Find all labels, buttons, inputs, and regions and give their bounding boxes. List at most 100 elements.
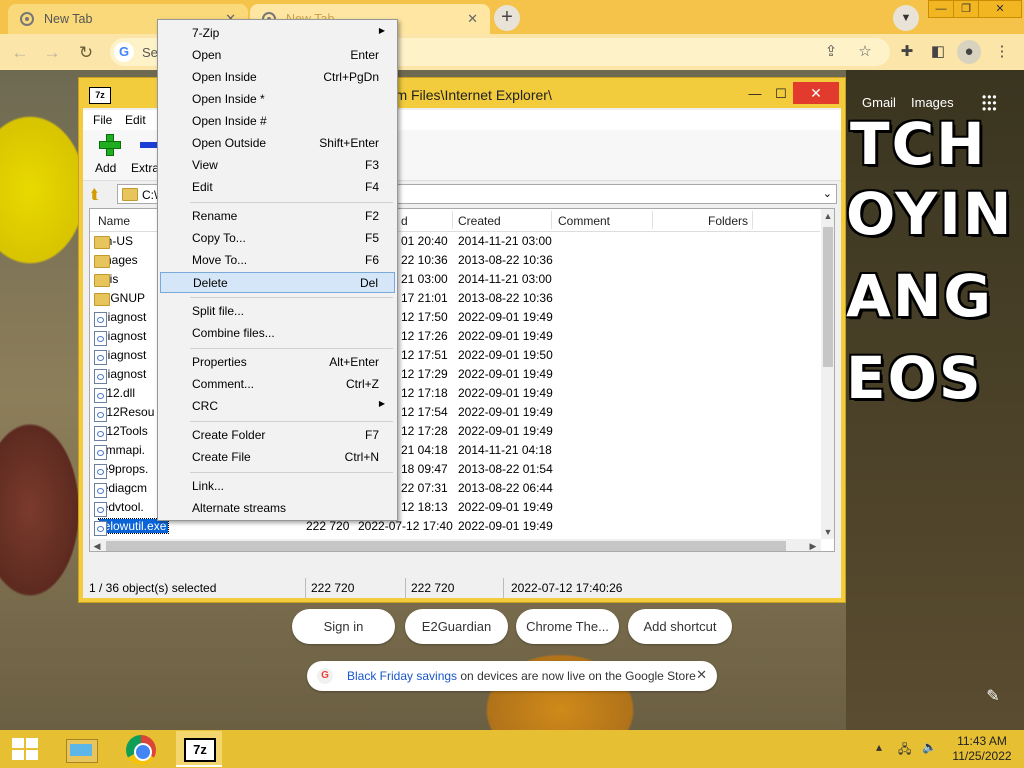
tab-close-icon[interactable]: ✕ (467, 11, 478, 27)
vertical-scrollbar[interactable]: ▲ ▼ (821, 209, 834, 539)
col-name[interactable]: Name (98, 214, 130, 228)
tray-chevron-up-icon[interactable]: ▴ (876, 740, 882, 754)
status-bar: 1 / 36 object(s) selected 222 720 222 72… (83, 578, 841, 598)
menu-item-label: 7-Zip (192, 26, 220, 40)
minimize-button[interactable]: — (928, 0, 954, 18)
promo-link[interactable]: Black Friday savings (347, 669, 457, 683)
scroll-thumb[interactable] (823, 227, 833, 367)
sevenzip-app-icon: 7z (89, 87, 111, 104)
chrome-taskbar-icon[interactable] (118, 731, 164, 767)
bg-text-3: ANG (846, 262, 994, 330)
restore-button[interactable]: ❐ (953, 0, 979, 18)
row-modified: 12 17:54 (401, 405, 448, 419)
network-icon[interactable]: 🖧 (898, 740, 911, 761)
promo-text: on devices are now live on the Google St… (457, 669, 696, 683)
customize-pencil-icon[interactable]: ✎ (982, 686, 1004, 708)
folder-icon (94, 236, 110, 249)
share-icon[interactable]: ⇪ (820, 41, 842, 63)
menu-item-label: Copy To... (192, 231, 246, 245)
apps-grid-icon[interactable]: ••• ••• ••• (982, 91, 998, 115)
menu-item-copy-to[interactable]: Copy To... F5 (160, 228, 395, 249)
row-modified: 22 10:36 (401, 253, 448, 267)
menu-item-label: Delete (193, 276, 228, 290)
menu-item-open[interactable]: Open Enter (160, 45, 395, 66)
row-modified: 12 17:29 (401, 367, 448, 381)
bookmark-star-icon[interactable]: ☆ (854, 41, 876, 63)
menu-item-alternate-streams[interactable]: Alternate streams (160, 498, 395, 519)
hscroll-thumb[interactable] (106, 541, 786, 551)
menu-item-label: Move To... (192, 253, 248, 267)
menu-item-link[interactable]: Link... (160, 476, 395, 497)
menu-item-split-file[interactable]: Split file... (160, 301, 395, 322)
menu-item-open-outside[interactable]: Open Outside Shift+Enter (160, 133, 395, 154)
status-packed: 222 720 (411, 581, 455, 595)
menu-item-7-zip[interactable]: 7-Zip ▶ (160, 23, 395, 44)
menu-item-crc[interactable]: CRC ▶ (160, 396, 395, 417)
extensions-puzzle-icon[interactable]: ✚ (895, 40, 919, 64)
folder-icon (122, 188, 138, 201)
menu-file[interactable]: File (93, 113, 112, 127)
menu-edit[interactable]: Edit (125, 113, 146, 127)
add-plus-icon[interactable] (99, 134, 121, 156)
folder-icon (94, 293, 110, 306)
menu-item-label: Open Inside * (192, 92, 265, 106)
shortcut-chrome-themes[interactable]: Chrome The... (516, 609, 619, 644)
new-tab-button[interactable]: + (494, 5, 520, 31)
menu-item-rename[interactable]: Rename F2 (160, 206, 395, 227)
col-comment[interactable]: Comment (558, 214, 610, 228)
menu-item-move-to[interactable]: Move To... F6 (160, 250, 395, 271)
profile-avatar-icon[interactable]: ● (957, 40, 981, 64)
menu-item-open-inside[interactable]: Open Inside # (160, 111, 395, 132)
side-panel-icon[interactable]: ◧ (926, 40, 950, 64)
row-modified: 12 17:50 (401, 310, 448, 324)
menu-item-comment[interactable]: Comment... Ctrl+Z (160, 374, 395, 395)
clock[interactable]: 11:43 AM 11/25/2022 (940, 734, 1024, 764)
close-button[interactable]: ✕ (978, 0, 1022, 18)
file-icon (94, 388, 107, 403)
back-arrow-icon[interactable]: ← (8, 41, 32, 65)
chevron-down-icon[interactable]: ⌄ (823, 187, 832, 200)
menu-item-create-folder[interactable]: Create Folder F7 (160, 425, 395, 446)
images-link[interactable]: Images (911, 95, 954, 110)
menu-item-view[interactable]: View F3 (160, 155, 395, 176)
row-modified: 12 17:51 (401, 348, 448, 362)
menu-item-label: Open (192, 48, 222, 62)
menu-item-properties[interactable]: Properties Alt+Enter (160, 352, 395, 373)
up-folder-icon[interactable]: ⮬ (91, 186, 107, 202)
menu-item-delete[interactable]: Delete Del (160, 272, 395, 293)
row-created: 2014-11-21 04:18 (458, 443, 552, 457)
forward-arrow-icon[interactable]: → (40, 41, 64, 65)
col-created[interactable]: Created (458, 214, 501, 228)
extract-button-label[interactable]: Extra (131, 161, 159, 175)
col-modified[interactable]: d (401, 214, 408, 228)
menu-item-label: Alternate streams (192, 501, 287, 515)
row-modified: 22 07:31 (401, 481, 448, 495)
window-maximize-button[interactable]: ☐ (769, 84, 793, 104)
col-folders[interactable]: Folders (708, 214, 748, 228)
start-windows-icon[interactable] (12, 738, 38, 760)
volume-icon[interactable]: 🔈 (922, 740, 937, 754)
add-shortcut-button[interactable]: Add shortcut (628, 609, 732, 644)
menu-item-edit[interactable]: Edit F4 (160, 177, 395, 198)
shortcut-sign-in[interactable]: Sign in (292, 609, 395, 644)
window-close-button[interactable]: ✕ (793, 82, 839, 104)
file-explorer-taskbar-icon[interactable] (58, 731, 104, 767)
tab-strip: New Tab ✕ New Tab ✕ + ▼ — ❐ ✕ (0, 0, 1024, 34)
chrome-favicon-icon (20, 12, 34, 26)
menu-item-open-inside[interactable]: Open Inside Ctrl+PgDn (160, 67, 395, 88)
sevenzip-taskbar-icon[interactable]: 7z (176, 731, 222, 767)
menu-item-create-file[interactable]: Create File Ctrl+N (160, 447, 395, 468)
horizontal-scrollbar[interactable]: ◀ ▶ (90, 539, 821, 551)
menu-item-combine-files[interactable]: Combine files... (160, 323, 395, 344)
window-minimize-button[interactable]: — (743, 84, 767, 104)
tab-search-chevron-icon[interactable]: ▼ (893, 5, 919, 31)
add-button-label[interactable]: Add (95, 161, 116, 175)
google-g-icon: G (114, 42, 134, 62)
reload-icon[interactable]: ↻ (74, 41, 98, 65)
menu-item-open-inside[interactable]: Open Inside * (160, 89, 395, 110)
chrome-menu-kebab-icon[interactable]: ⋮ (990, 40, 1014, 64)
promo-close-icon[interactable]: ✕ (696, 667, 707, 683)
gmail-link[interactable]: Gmail (862, 95, 896, 110)
bg-text-1: TCH (850, 110, 987, 178)
shortcut-e2guardian[interactable]: E2Guardian (405, 609, 508, 644)
